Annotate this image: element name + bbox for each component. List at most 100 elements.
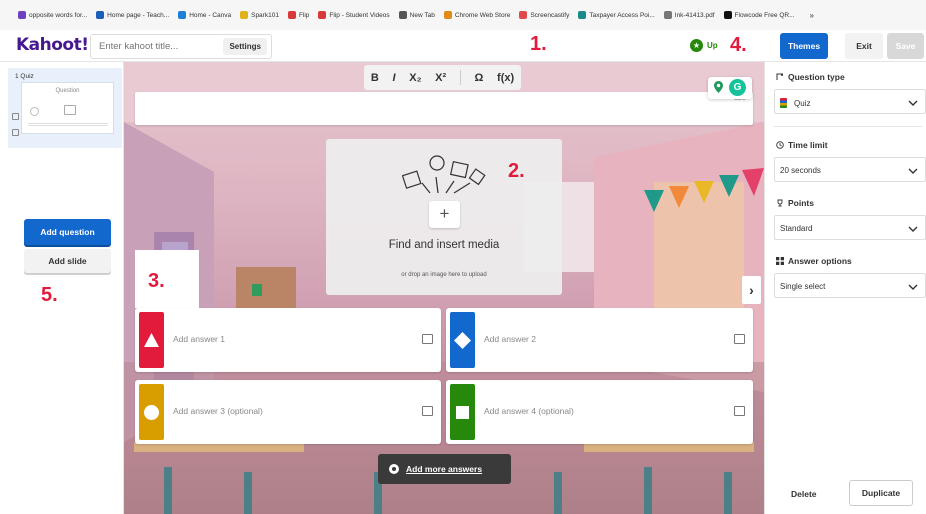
- annotation-number-3: 3.: [148, 270, 165, 292]
- bookmark-item[interactable]: Screencastify: [519, 11, 569, 19]
- points-heading: Points: [776, 198, 814, 208]
- answer-option-3[interactable]: Add answer 3 (optional): [135, 380, 441, 444]
- equation-button[interactable]: f(x): [497, 72, 514, 84]
- canva-icon: [178, 11, 187, 19]
- bookmark-item[interactable]: Ink-41413.pdf: [663, 11, 715, 19]
- bookmark-label: New Tab: [409, 11, 435, 19]
- points-select[interactable]: Standard: [774, 215, 926, 240]
- bookmark-label: Home page - Teach...: [107, 11, 170, 19]
- add-more-answers-button[interactable]: Add more answers: [378, 454, 511, 484]
- points-value: Standard: [780, 224, 813, 233]
- trophy-icon: [777, 199, 783, 207]
- save-button[interactable]: Save: [887, 33, 924, 59]
- bookmark-label: Flowcode Free QR...: [734, 11, 795, 19]
- upgrade-link[interactable]: Up: [707, 41, 718, 50]
- answer-option-1[interactable]: Add answer 1: [135, 308, 441, 372]
- answer-2-placeholder: Add answer 2: [484, 334, 536, 344]
- bookmark-item[interactable]: Home - Canva: [178, 11, 231, 19]
- flip-icon: [318, 11, 327, 19]
- answer-2-image-icon[interactable]: [734, 334, 745, 344]
- bookmark-item[interactable]: Flip: [287, 11, 309, 19]
- bookmark-item[interactable]: Flowcode Free QR...: [723, 11, 795, 19]
- add-question-button[interactable]: Add question: [24, 219, 111, 245]
- chevron-down-icon: [908, 168, 918, 174]
- next-slide-arrow[interactable]: ›: [742, 276, 761, 304]
- bookmark-item[interactable]: Spark101: [240, 11, 279, 19]
- annotation-number-2: 2.: [508, 160, 525, 182]
- upgrade-star-icon[interactable]: ★: [690, 39, 703, 52]
- exit-button[interactable]: Exit: [845, 33, 883, 59]
- bookmark-label: Ink-41413.pdf: [674, 11, 715, 19]
- slide-thumbnail[interactable]: Question: [21, 82, 114, 134]
- bookmark-item[interactable]: Flip - Student Videos: [318, 11, 390, 19]
- grammarly-icon[interactable]: G: [729, 79, 746, 96]
- add-slide-button[interactable]: Add slide: [24, 249, 111, 273]
- delete-button[interactable]: Delete: [791, 489, 817, 499]
- bookmark-item[interactable]: Home page - Teach...: [96, 11, 169, 19]
- question-type-icon: [776, 73, 783, 80]
- annotation-number-5: 5.: [41, 284, 58, 306]
- add-more-icon: [389, 464, 399, 474]
- bookmark-label: Flip - Student Videos: [329, 11, 390, 19]
- italic-button[interactable]: I: [392, 72, 395, 84]
- flip-icon: [287, 11, 296, 19]
- answer-4-color-tile: [450, 384, 475, 440]
- thumbnail-timer-icon: [30, 107, 39, 116]
- answer-option-2[interactable]: Add answer 2: [446, 308, 753, 372]
- special-characters-button[interactable]: Ω: [475, 72, 484, 84]
- answer-1-color-tile: [139, 312, 164, 368]
- bookmark-item[interactable]: Chrome Web Store: [443, 11, 510, 19]
- floating-tools: G: [708, 77, 752, 99]
- clock-icon: [776, 141, 784, 149]
- globe-icon: [398, 11, 407, 19]
- answer-grid-icon: [776, 257, 784, 265]
- bookmark-label: Taxpayer Access Poi...: [589, 11, 655, 19]
- answer-3-image-icon[interactable]: [422, 406, 433, 416]
- question-input[interactable]: [135, 92, 753, 125]
- toolbar-divider: [459, 70, 461, 85]
- time-limit-value: 20 seconds: [780, 166, 821, 175]
- slide-label: 1 Quiz: [15, 73, 34, 80]
- answer-2-color-tile: [450, 312, 475, 368]
- duplicate-button[interactable]: Duplicate: [849, 480, 913, 506]
- media-upload-area[interactable]: + Find and insert media or drop an image…: [326, 139, 562, 295]
- subscript-button[interactable]: X₂: [409, 72, 421, 84]
- thumbnail-answer-lines: [28, 123, 108, 126]
- quiz-type-icon: [780, 98, 787, 108]
- question-type-heading: Question type: [776, 72, 845, 82]
- question-canvas: B I X₂ X² Ω f(x) 120 G: [124, 62, 764, 514]
- bold-button[interactable]: B: [371, 72, 379, 84]
- annotation-number-1: 1.: [530, 33, 547, 55]
- chevron-down-icon: [908, 226, 918, 232]
- thumbnail-question-text: Question: [55, 88, 80, 94]
- question-type-select[interactable]: Quiz: [774, 89, 926, 114]
- kahoot-logo[interactable]: Kahoot!: [16, 35, 89, 55]
- settings-button[interactable]: Settings: [223, 38, 267, 55]
- slide-list-panel: 1 Quiz Question Add question Add slide 5…: [0, 62, 124, 514]
- bookmark-label: Home - Canva: [189, 11, 232, 19]
- text-format-toolbar: B I X₂ X² Ω f(x): [364, 65, 521, 90]
- duplicate-slide-icon[interactable]: [12, 113, 19, 120]
- kahoot-title-input[interactable]: [99, 41, 211, 52]
- diamond-icon: [454, 332, 471, 349]
- location-pin-icon[interactable]: [714, 81, 723, 93]
- answer-4-image-icon[interactable]: [734, 406, 745, 416]
- answer-option-4[interactable]: Add answer 4 (optional): [446, 380, 753, 444]
- themes-button[interactable]: Themes: [780, 33, 828, 59]
- more-bookmarks-icon[interactable]: »: [810, 11, 814, 20]
- answer-options-select[interactable]: Single select: [774, 273, 926, 298]
- answer-1-image-icon[interactable]: [422, 334, 433, 344]
- time-limit-heading: Time limit: [776, 140, 828, 150]
- screencastify-icon: [519, 11, 528, 19]
- bookmark-item[interactable]: New Tab: [398, 11, 435, 19]
- answer-options-heading: Answer options: [776, 256, 852, 266]
- insert-media-plus-button[interactable]: +: [429, 201, 460, 228]
- bookmark-item[interactable]: Taxpayer Access Poi...: [578, 11, 655, 19]
- superscript-button[interactable]: X²: [435, 72, 446, 84]
- time-limit-select[interactable]: 20 seconds: [774, 157, 926, 182]
- delete-slide-icon[interactable]: [12, 129, 19, 136]
- bookmark-item[interactable]: opposite words for...: [18, 11, 87, 19]
- chrome-store-icon: [443, 11, 452, 19]
- title-field[interactable]: Settings: [90, 34, 272, 59]
- answer-3-color-tile: [139, 384, 164, 440]
